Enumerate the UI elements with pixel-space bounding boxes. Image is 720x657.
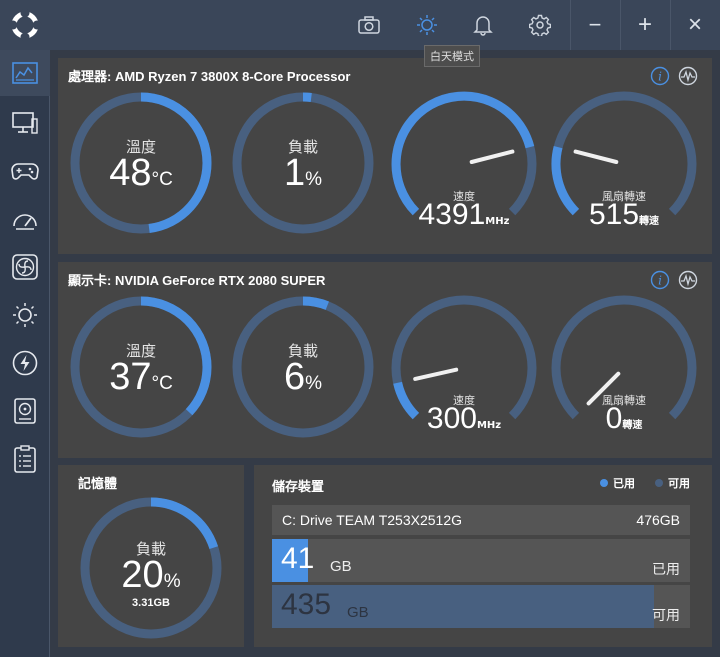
cpu-speed-gauge: 速度 4391MHz bbox=[390, 90, 538, 238]
gpu-temp-gauge: 溫度 37°C bbox=[68, 294, 214, 440]
camera-icon bbox=[358, 16, 380, 34]
used-bar-row: 41 GB 已用 bbox=[272, 539, 690, 582]
cpu-fan-value: 515 bbox=[588, 198, 640, 231]
pulse-icon[interactable] bbox=[678, 66, 698, 86]
minimize-icon: − bbox=[588, 12, 602, 37]
maximize-icon: + bbox=[637, 11, 652, 38]
used-legend-dot bbox=[600, 479, 608, 487]
close-button[interactable]: × bbox=[670, 0, 720, 50]
free-legend-label: 可用 bbox=[668, 477, 690, 490]
screenshot-button[interactable] bbox=[354, 10, 384, 40]
used-label: 已用 bbox=[652, 562, 680, 578]
monitor-icon bbox=[12, 112, 38, 134]
memory-load-gauge: 負載 20% 3.31GB bbox=[79, 496, 223, 640]
gpu-panel: 顯示卡: NVIDIA GeForce RTX 2080 SUPER i 溫度 … bbox=[58, 262, 712, 458]
cpu-temp-unit: °C bbox=[151, 169, 173, 190]
day-mode-button[interactable] bbox=[412, 10, 442, 40]
storage-legend: 已用 可用 bbox=[600, 475, 690, 491]
cpu-panel: 處理器: AMD Ryzen 7 3800X 8-Core Processor … bbox=[58, 58, 712, 254]
title-bar: − + × bbox=[0, 0, 720, 50]
sidebar-item-fan[interactable] bbox=[0, 244, 50, 290]
free-label: 可用 bbox=[652, 608, 680, 624]
storage-panel: 儲存裝置 已用 可用 C: Drive TEAM T253X2512G 476G… bbox=[254, 465, 712, 647]
sidebar-item-lighting[interactable] bbox=[0, 292, 50, 338]
notification-button[interactable] bbox=[468, 10, 498, 40]
sun-icon bbox=[417, 15, 437, 35]
app-logo bbox=[8, 8, 42, 42]
sidebar-item-report[interactable] bbox=[0, 436, 50, 482]
cpu-load-gauge: 負載 1% bbox=[230, 90, 376, 236]
memory-load-unit: % bbox=[163, 571, 181, 592]
used-unit: GB bbox=[330, 558, 352, 575]
free-value: 435 bbox=[281, 588, 332, 621]
gpu-fan-gauge: 風扇轉速 0轉速 bbox=[550, 294, 698, 442]
cpu-load-unit: % bbox=[305, 169, 323, 190]
sidebar-item-gaming[interactable] bbox=[0, 148, 50, 194]
cpu-speed-needle bbox=[469, 149, 515, 164]
minimize-button[interactable]: − bbox=[570, 0, 620, 50]
close-icon: × bbox=[687, 11, 702, 38]
cpu-fan-unit: 轉速 bbox=[639, 216, 660, 227]
fan-icon bbox=[12, 254, 38, 280]
gear-icon bbox=[529, 14, 551, 36]
gpu-load-unit: % bbox=[305, 373, 323, 394]
free-legend-dot bbox=[655, 479, 663, 487]
dashboard-icon bbox=[12, 62, 38, 84]
tooltip-day-mode: 白天模式 bbox=[424, 45, 480, 67]
sidebar-item-dashboard[interactable] bbox=[0, 50, 50, 96]
svg-text:i: i bbox=[658, 70, 662, 84]
maximize-button[interactable]: + bbox=[620, 0, 670, 50]
cpu-speed-value: 4391 bbox=[418, 198, 486, 231]
brightness-icon bbox=[13, 303, 37, 327]
gpu-load-value: 6 bbox=[283, 356, 306, 398]
info-icon[interactable]: i bbox=[650, 270, 670, 290]
sidebar bbox=[0, 50, 50, 657]
memory-title: 記憶體 bbox=[78, 476, 118, 491]
svg-text:i: i bbox=[658, 274, 662, 288]
drive-name: C: Drive TEAM T253X2512G bbox=[282, 512, 463, 528]
drive-size: 476GB bbox=[636, 512, 680, 528]
memory-load-value: 20 bbox=[121, 554, 164, 596]
used-value: 41 bbox=[281, 542, 315, 575]
cpu-load-value: 1 bbox=[283, 152, 306, 194]
memory-panel: 記憶體 負載 20% 3.31GB bbox=[58, 465, 244, 647]
gpu-speed-gauge: 速度 300MHz bbox=[390, 294, 538, 442]
lightning-icon bbox=[12, 350, 38, 376]
gpu-title: 顯示卡: NVIDIA GeForce RTX 2080 SUPER bbox=[68, 273, 326, 288]
gpu-speed-unit: MHz bbox=[476, 420, 502, 431]
main-content: 處理器: AMD Ryzen 7 3800X 8-Core Processor … bbox=[50, 50, 720, 657]
cpu-temp-value: 48 bbox=[109, 152, 152, 194]
gpu-speed-value: 300 bbox=[426, 402, 477, 435]
speedometer-icon bbox=[13, 214, 37, 230]
drive-row[interactable]: C: Drive TEAM T253X2512G 476GB bbox=[272, 505, 690, 535]
pulse-icon[interactable] bbox=[678, 270, 698, 290]
sidebar-item-system[interactable] bbox=[0, 100, 50, 146]
used-legend-label: 已用 bbox=[613, 477, 635, 490]
sidebar-item-power[interactable] bbox=[0, 340, 50, 386]
settings-button[interactable] bbox=[525, 10, 555, 40]
gpu-fan-unit: 轉速 bbox=[622, 420, 643, 431]
sidebar-item-performance[interactable] bbox=[0, 196, 50, 242]
gpu-speed-needle bbox=[413, 367, 459, 381]
cpu-speed-unit: MHz bbox=[485, 216, 510, 227]
gpu-load-gauge: 負載 6% bbox=[230, 294, 376, 440]
gpu-temp-unit: °C bbox=[151, 373, 173, 394]
storage-icon bbox=[14, 398, 36, 424]
cpu-fan-gauge: 風扇轉速 515轉速 bbox=[550, 90, 698, 238]
free-bar-row: 435 GB 可用 bbox=[272, 585, 690, 628]
gamepad-icon bbox=[11, 163, 39, 180]
bell-icon bbox=[473, 16, 493, 36]
cpu-title: 處理器: AMD Ryzen 7 3800X 8-Core Processor bbox=[68, 69, 351, 84]
gpu-fan-value: 0 bbox=[605, 402, 623, 435]
sidebar-item-storage[interactable] bbox=[0, 388, 50, 434]
cpu-temp-gauge: 溫度 48°C bbox=[68, 90, 214, 236]
memory-used-size: 3.31GB bbox=[132, 597, 170, 609]
info-icon[interactable]: i bbox=[650, 66, 670, 86]
storage-title: 儲存裝置 bbox=[272, 479, 325, 494]
gpu-temp-value: 37 bbox=[109, 356, 152, 398]
cpu-fan-needle bbox=[573, 149, 619, 164]
clipboard-icon bbox=[14, 445, 36, 473]
free-unit: GB bbox=[347, 604, 369, 621]
